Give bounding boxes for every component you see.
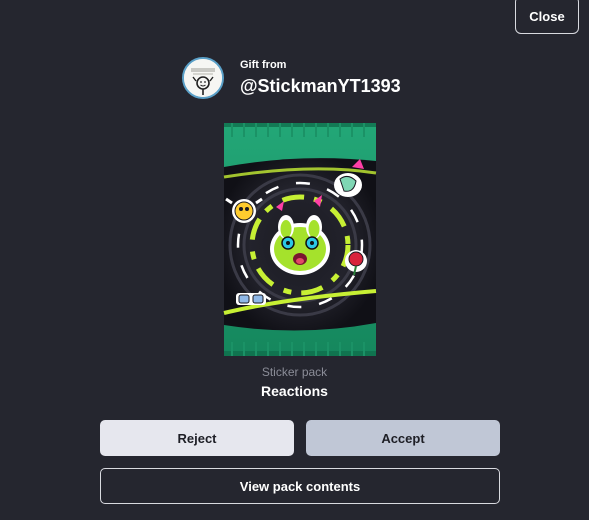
pack-type-label: Sticker pack [261,365,328,379]
sender-text: Gift from @StickmanYT1393 [240,59,401,98]
sender-username: @StickmanYT1393 [240,75,401,96]
view-pack-contents-button[interactable]: View pack contents [100,468,500,504]
gift-modal: Close Gift from @StickmanYT1393 Sticker … [0,0,589,520]
reject-button[interactable]: Reject [100,420,294,456]
sticker-pack-art [223,123,377,356]
gift-from-label: Gift from [240,58,287,71]
gift-sender: Gift from @StickmanYT1393 [182,57,401,99]
accept-button[interactable]: Accept [306,420,500,456]
sender-avatar-icon [182,57,224,99]
pack-name: Reactions [261,383,328,399]
close-button[interactable]: Close [515,0,579,34]
